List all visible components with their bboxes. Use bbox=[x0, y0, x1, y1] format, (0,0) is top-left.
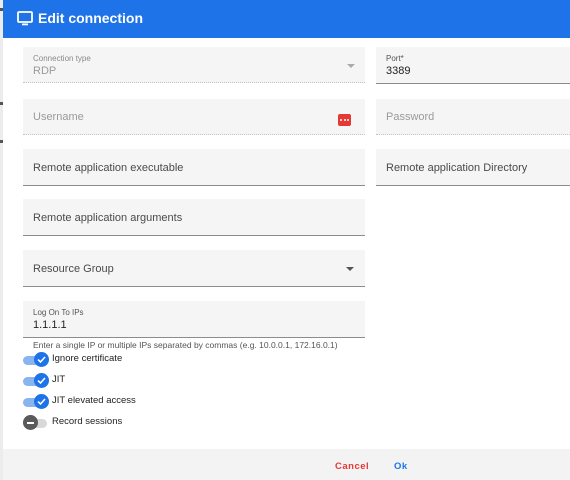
toggle-record-sessions[interactable]: Record sessions bbox=[23, 415, 223, 431]
cancel-button[interactable]: Cancel bbox=[335, 461, 369, 472]
check-icon bbox=[34, 373, 49, 388]
remote-app-arguments-placeholder: Remote application arguments bbox=[33, 212, 183, 224]
username-placeholder: Username bbox=[33, 111, 84, 123]
toggle-ignore-certificate[interactable]: Ignore certificate bbox=[23, 352, 223, 368]
page: Edit connection Connection type RDP Port… bbox=[0, 0, 570, 480]
password-placeholder: Password bbox=[386, 111, 435, 123]
ok-button[interactable]: Ok bbox=[394, 461, 408, 472]
toggle-label: JIT elevated access bbox=[52, 395, 136, 406]
chevron-down-icon bbox=[347, 64, 355, 68]
log-on-to-ips-field[interactable]: Log On To IPs 1.1.1.1 bbox=[23, 301, 365, 338]
monitor-icon bbox=[17, 11, 33, 26]
toggle-label: Ignore certificate bbox=[52, 353, 123, 364]
toggle-label: Record sessions bbox=[52, 416, 123, 427]
check-icon bbox=[34, 394, 49, 409]
edit-connection-dialog: Edit connection Connection type RDP Port… bbox=[3, 0, 570, 480]
remote-app-directory-placeholder: Remote application Directory bbox=[386, 162, 528, 174]
log-on-to-ips-label: Log On To IPs bbox=[33, 308, 84, 317]
resource-group-placeholder: Resource Group bbox=[33, 263, 114, 275]
remote-app-directory-field[interactable]: Remote application Directory bbox=[376, 149, 570, 186]
check-icon bbox=[34, 352, 49, 367]
port-field[interactable]: Port* 3389 bbox=[376, 47, 570, 84]
minus-icon bbox=[23, 415, 38, 430]
connection-type-value: RDP bbox=[33, 65, 57, 77]
toggle-jit[interactable]: JIT bbox=[23, 373, 223, 389]
dialog-title: Edit connection bbox=[38, 10, 143, 26]
username-field[interactable]: Username bbox=[23, 99, 365, 135]
password-dots-icon[interactable] bbox=[338, 114, 351, 126]
resource-group-select[interactable]: Resource Group bbox=[23, 250, 365, 287]
connection-type-label: Connection type bbox=[33, 54, 91, 63]
log-on-to-ips-value: 1.1.1.1 bbox=[33, 319, 67, 331]
dialog-header: Edit connection bbox=[3, 0, 570, 38]
remote-app-arguments-field[interactable]: Remote application arguments bbox=[23, 199, 365, 236]
port-value: 3389 bbox=[386, 65, 411, 77]
port-label: Port* bbox=[386, 54, 404, 63]
password-field[interactable]: Password bbox=[376, 99, 570, 135]
chevron-down-icon bbox=[346, 267, 354, 271]
log-on-to-ips-hint: Enter a single IP or multiple IPs separa… bbox=[33, 340, 338, 350]
toggle-jit-elevated-access[interactable]: JIT elevated access bbox=[23, 394, 223, 410]
remote-app-executable-field[interactable]: Remote application executable bbox=[23, 149, 365, 186]
remote-app-executable-placeholder: Remote application executable bbox=[33, 162, 184, 174]
toggle-label: JIT bbox=[52, 374, 66, 385]
dialog-footer: Cancel Ok bbox=[3, 449, 570, 480]
connection-type-select[interactable]: Connection type RDP bbox=[23, 47, 365, 83]
